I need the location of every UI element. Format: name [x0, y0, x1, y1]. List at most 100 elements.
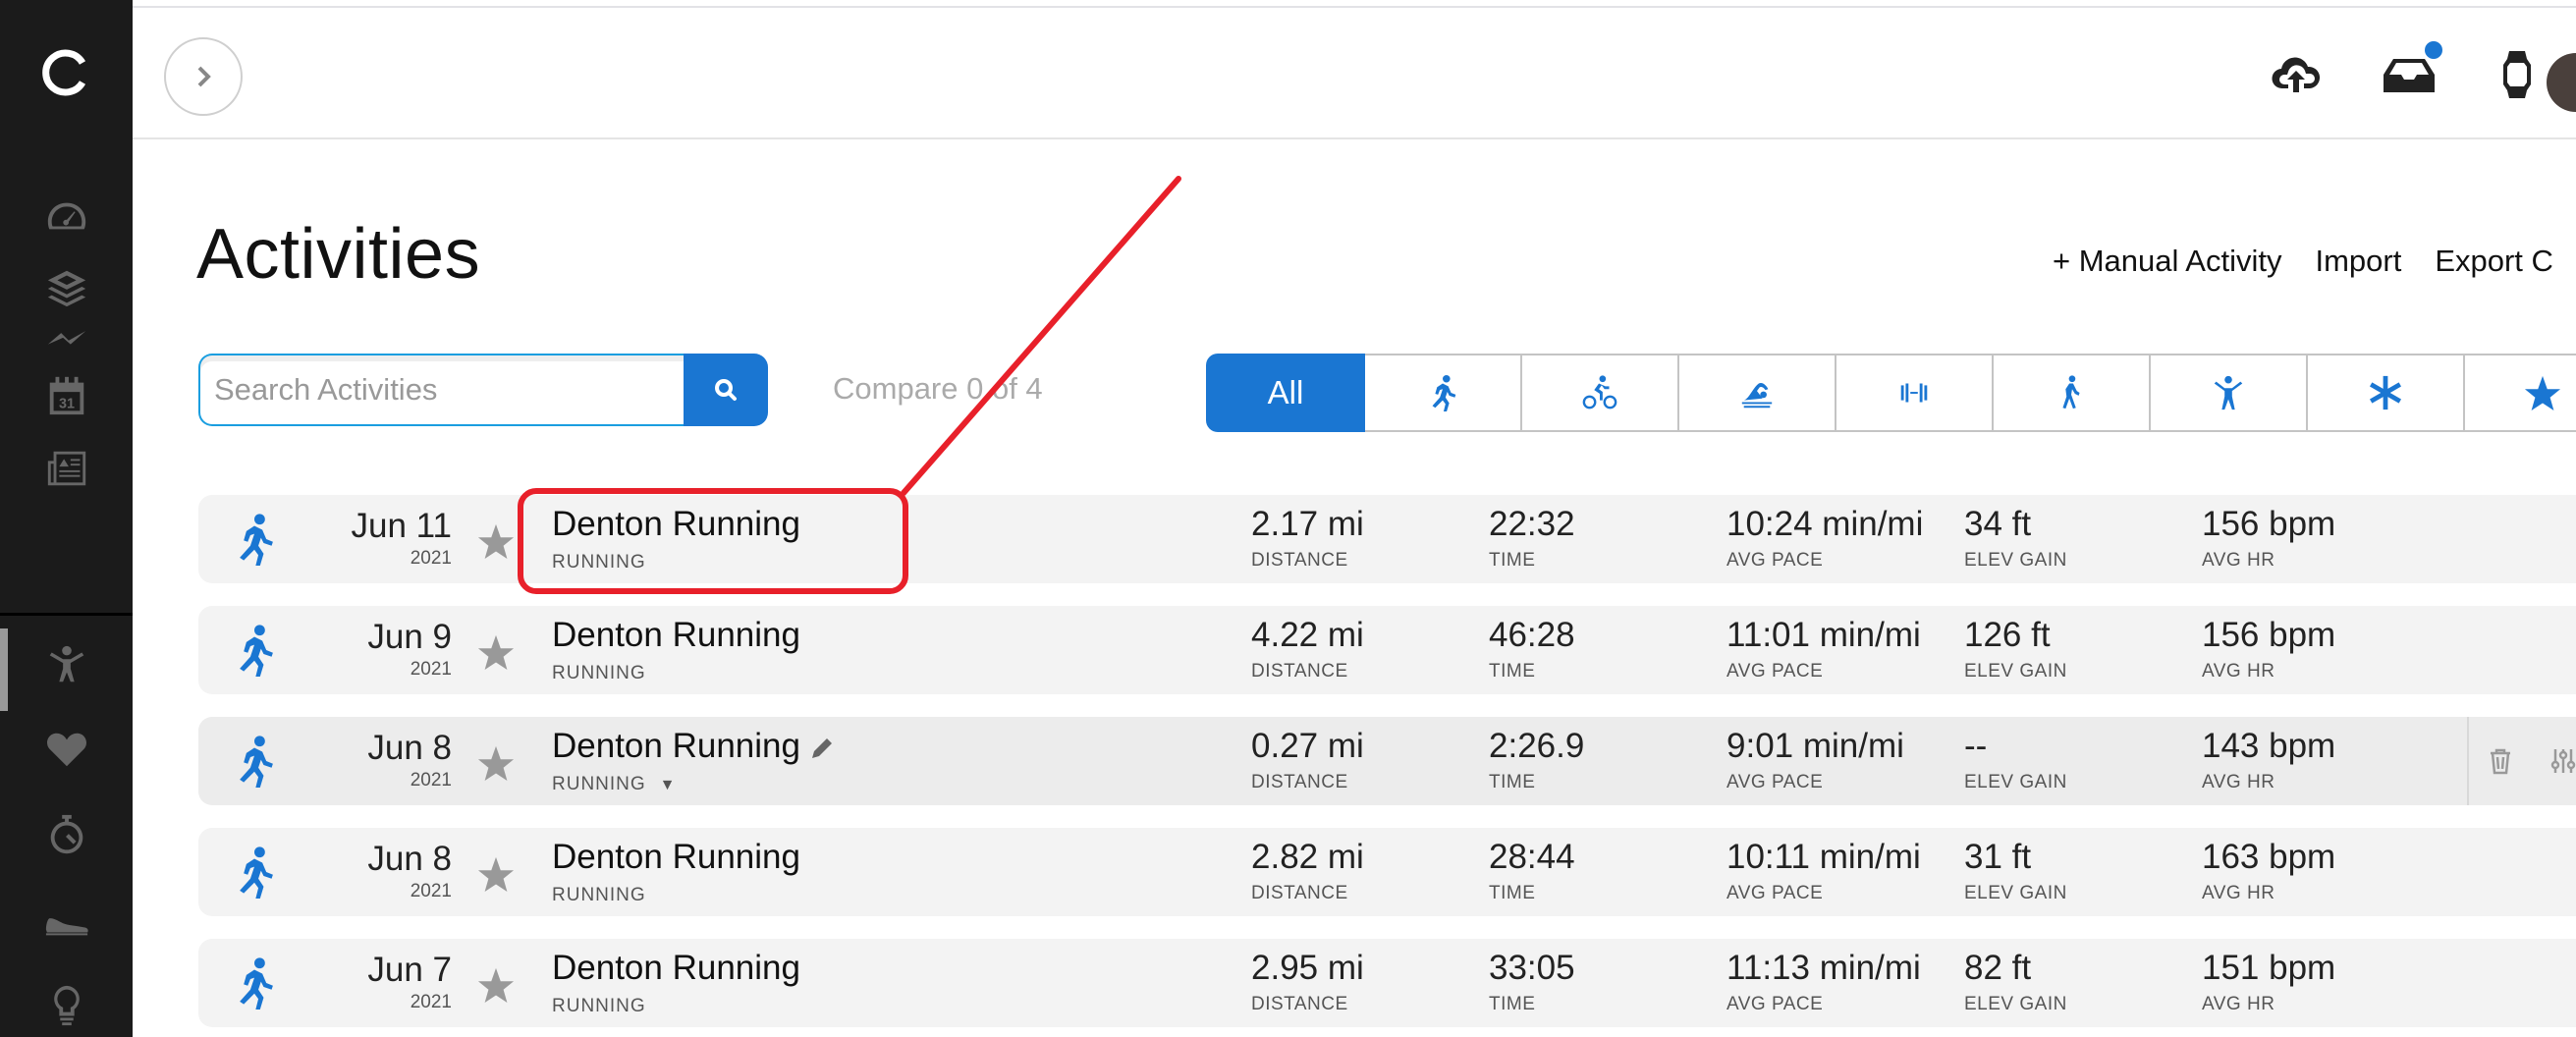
calendar-icon: 31: [49, 376, 83, 415]
sidebar: 31: [0, 0, 133, 1037]
search-input[interactable]: [198, 354, 684, 426]
metric-avg-hr: 151 bpm AVG HR: [2202, 949, 2336, 1014]
filter-running[interactable]: [1365, 354, 1522, 432]
metric-time: 46:28 TIME: [1489, 616, 1575, 682]
filter-fitness[interactable]: [2151, 354, 2308, 432]
metric-avg-hr: 143 bpm AVG HR: [2202, 727, 2336, 792]
search-bar: [198, 354, 768, 426]
person-arms-up-icon: [2214, 375, 2243, 410]
filter-strength[interactable]: [1836, 354, 1994, 432]
sidebar-item-health[interactable]: [0, 715, 133, 784]
metric-elev-gain: -- ELEV GAIN: [1964, 727, 2067, 792]
metric-distance: 0.27 mi DISTANCE: [1251, 727, 1364, 792]
activity-date-day: Jun 8: [367, 840, 452, 878]
compare-counter[interactable]: Compare 0 of 4: [833, 371, 1043, 407]
filter-all[interactable]: All: [1206, 354, 1365, 432]
inbox-button[interactable]: [2380, 41, 2442, 104]
row-actions: [2467, 717, 2576, 805]
sidebar-item-gear[interactable]: [0, 886, 133, 955]
running-icon[interactable]: [228, 624, 281, 677]
sidebar-item-insights[interactable]: [0, 300, 133, 369]
sidebar-item-news[interactable]: [0, 434, 133, 503]
activity-type: RUNNING: [552, 552, 646, 573]
metric-avg-pace: 9:01 min/mi AVG PACE: [1726, 727, 1904, 792]
activity-date-day: Jun 7: [367, 951, 452, 989]
activity-row[interactable]: Jun 11 2021 Denton Running RUNNING 2.17 …: [198, 495, 2576, 583]
running-icon[interactable]: [228, 735, 281, 788]
sidebar-item-performance[interactable]: [0, 801, 133, 870]
filter-walking[interactable]: [1994, 354, 2151, 432]
edit-pencil-icon[interactable]: [808, 735, 836, 762]
favorite-star-icon[interactable]: [477, 744, 515, 782]
trash-icon[interactable]: [2485, 745, 2516, 777]
sidebar-divider: [0, 613, 133, 616]
metric-avg-pace: 11:01 min/mi AVG PACE: [1726, 616, 1921, 682]
metric-distance: 4.22 mi DISTANCE: [1251, 616, 1364, 682]
filter-favorites[interactable]: [2465, 354, 2576, 432]
running-icon[interactable]: [228, 513, 281, 566]
favorite-star-icon[interactable]: [477, 855, 515, 893]
favorite-star-icon[interactable]: [477, 966, 515, 1004]
export-link[interactable]: Export C: [2435, 244, 2553, 279]
activity-type-filters: All: [1206, 354, 2576, 432]
running-icon[interactable]: [228, 846, 281, 899]
metric-elev-gain: 126 ft ELEV GAIN: [1964, 616, 2067, 682]
swimming-icon: [1741, 382, 1773, 409]
filter-other[interactable]: [2308, 354, 2465, 432]
watch-icon: [2503, 51, 2531, 98]
activity-date: Jun 8 2021: [367, 840, 452, 902]
sidebar-item-tips[interactable]: [0, 970, 133, 1037]
person-arms-up-icon: [49, 645, 83, 682]
devices-button[interactable]: [2488, 45, 2547, 104]
asterisk-icon: [2370, 375, 2401, 410]
activity-name[interactable]: Denton Running: [552, 505, 800, 544]
running-icon[interactable]: [228, 956, 281, 1010]
newspaper-icon: [47, 451, 85, 486]
stopwatch-icon: [50, 814, 82, 854]
metric-avg-hr: 156 bpm AVG HR: [2202, 505, 2336, 571]
favorite-star-icon[interactable]: [477, 522, 515, 560]
page-title: Activities: [196, 215, 481, 294]
activity-name[interactable]: Denton Running: [552, 727, 836, 766]
sidebar-item-dashboard[interactable]: [0, 182, 133, 250]
favorite-star-icon[interactable]: [477, 633, 515, 671]
search-button[interactable]: [684, 354, 768, 426]
metric-avg-pace: 11:13 min/mi AVG PACE: [1726, 949, 1921, 1014]
activity-date-day: Jun 9: [367, 618, 452, 656]
activity-type-dropdown-icon[interactable]: ▼: [660, 777, 677, 794]
upload-button[interactable]: [2267, 45, 2326, 104]
metric-avg-pace: 10:24 min/mi AVG PACE: [1726, 505, 1924, 571]
activity-row[interactable]: Jun 8 2021 Denton Running RUNNING ▼ 0.27 …: [198, 717, 2576, 805]
metric-avg-hr: 156 bpm AVG HR: [2202, 616, 2336, 682]
activity-date-year: 2021: [410, 992, 452, 1012]
filter-swimming[interactable]: [1679, 354, 1836, 432]
activity-name[interactable]: Denton Running: [552, 838, 800, 877]
import-link[interactable]: Import: [2315, 244, 2401, 279]
activity-date: Jun 9 2021: [367, 618, 452, 681]
metric-elev-gain: 31 ft ELEV GAIN: [1964, 838, 2067, 903]
metric-time: 33:05 TIME: [1489, 949, 1575, 1014]
activity-row[interactable]: Jun 8 2021 Denton Running RUNNING 2.82 m…: [198, 828, 2576, 916]
metric-time: 28:44 TIME: [1489, 838, 1575, 903]
activity-row[interactable]: Jun 7 2021 Denton Running RUNNING 2.95 m…: [198, 939, 2576, 1027]
activity-type: RUNNING: [552, 885, 646, 905]
activity-type: RUNNING: [552, 996, 646, 1016]
star-icon: [2524, 375, 2561, 411]
notification-dot: [2425, 41, 2442, 59]
sidebar-item-calendar[interactable]: 31: [0, 361, 133, 430]
user-avatar[interactable]: [2547, 53, 2576, 112]
search-icon: [715, 379, 737, 401]
filter-cycling[interactable]: [1522, 354, 1679, 432]
chevron-right-icon: [197, 66, 211, 87]
cloud-upload-icon: [2272, 57, 2321, 92]
garmin-connect-logo[interactable]: [39, 47, 90, 98]
manual-activity-link[interactable]: + Manual Activity: [2053, 244, 2281, 279]
activity-row[interactable]: Jun 9 2021 Denton Running RUNNING 4.22 m…: [198, 606, 2576, 694]
adjust-settings-icon[interactable]: [2548, 745, 2576, 777]
activity-name[interactable]: Denton Running: [552, 616, 800, 655]
expand-sidebar-button[interactable]: [164, 37, 243, 116]
sidebar-item-activities[interactable]: [0, 630, 133, 699]
activity-type: RUNNING ▼: [552, 774, 677, 794]
activity-name[interactable]: Denton Running: [552, 949, 800, 988]
trend-line-icon: [47, 331, 85, 345]
